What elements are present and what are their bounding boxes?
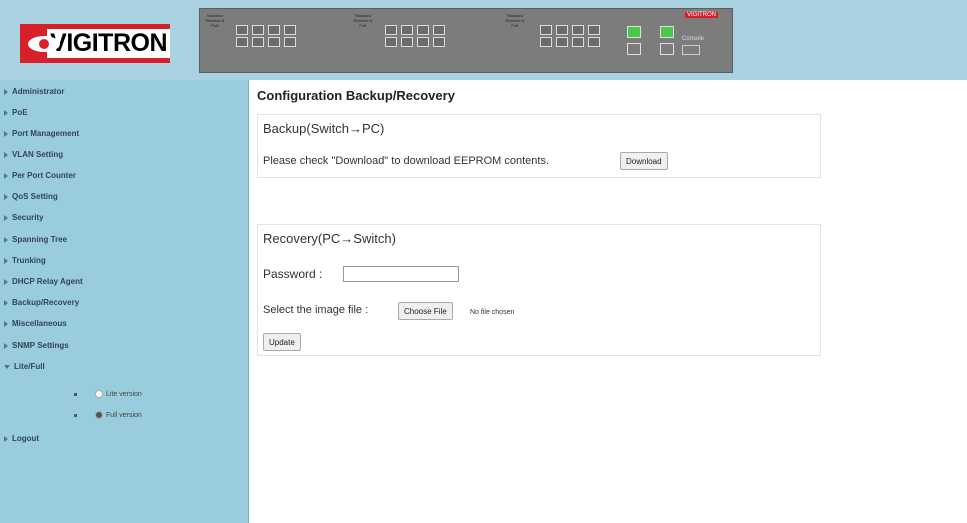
recovery-section: Recovery(PC→Switch) Password : Select th… bbox=[257, 224, 821, 356]
nav-item-trunking[interactable]: Trunking bbox=[4, 255, 46, 267]
ethernet-port bbox=[572, 37, 584, 47]
eye-logo-icon bbox=[28, 32, 60, 56]
backup-instruction: Please check "Download" to download EEPR… bbox=[263, 155, 550, 167]
panel-brand-tag: VIGITRON bbox=[685, 12, 719, 18]
ethernet-port bbox=[433, 25, 445, 35]
nav-label: PoE bbox=[12, 108, 28, 117]
nav-label: Miscellaneous bbox=[12, 319, 67, 328]
sub-item-lite-version[interactable]: Lite version bbox=[74, 389, 142, 401]
sfp-port bbox=[660, 43, 674, 55]
main-content: Configuration Backup/Recovery Backup(Swi… bbox=[249, 80, 967, 523]
update-button[interactable]: Update bbox=[263, 333, 301, 351]
ethernet-port bbox=[268, 25, 280, 35]
nav-item-miscellaneous[interactable]: Miscellaneous bbox=[4, 318, 67, 330]
ethernet-port bbox=[385, 25, 397, 35]
sub-item-label: Lite version bbox=[106, 391, 142, 398]
ethernet-port bbox=[252, 25, 264, 35]
select-file-label: Select the image file : bbox=[263, 304, 369, 316]
backup-title: Backup(Switch→PC) bbox=[263, 121, 385, 136]
console-label: Console bbox=[682, 36, 705, 42]
ethernet-port bbox=[588, 37, 600, 47]
ethernet-port bbox=[556, 37, 568, 47]
nav-label: SNMP Settings bbox=[12, 341, 69, 350]
ethernet-port bbox=[417, 37, 429, 47]
switch-front-panel: Standard Ethernet & PoE Standard Etherne… bbox=[199, 8, 733, 73]
nav-label: VLAN Setting bbox=[12, 150, 64, 159]
port-group-label: Standard Ethernet & PoE bbox=[205, 13, 225, 28]
port-group-label: Standard Ethernet & PoE bbox=[353, 13, 373, 28]
password-label: Password : bbox=[263, 267, 323, 281]
no-file-text: No file chosen bbox=[470, 309, 515, 316]
nav-item-security[interactable]: Security bbox=[4, 212, 44, 224]
bullet-icon bbox=[74, 413, 77, 417]
sub-item-label: Full version bbox=[106, 412, 142, 419]
logo-text: VIGITRON bbox=[47, 29, 170, 58]
page-title: Configuration Backup/Recovery bbox=[257, 88, 455, 103]
radio-selected-icon bbox=[95, 411, 103, 420]
ethernet-port bbox=[401, 25, 413, 35]
nav-label: Security bbox=[12, 213, 44, 222]
password-input[interactable] bbox=[343, 266, 459, 282]
nav-label: QoS Setting bbox=[12, 192, 58, 201]
ethernet-port bbox=[556, 25, 568, 35]
ethernet-port bbox=[385, 37, 397, 47]
nav-item-dhcp-relay-agent[interactable]: DHCP Relay Agent bbox=[4, 276, 83, 288]
sub-item-full-version[interactable]: Full version bbox=[74, 410, 142, 422]
nav-item-per-port-counter[interactable]: Per Port Counter bbox=[4, 170, 76, 182]
nav-item-administrator[interactable]: Administrator bbox=[4, 86, 64, 98]
port-group-3 bbox=[540, 25, 602, 47]
nav-label: Administrator bbox=[12, 87, 65, 96]
nav-label: Backup/Recovery bbox=[12, 298, 80, 307]
vigitron-logo: VIGITRON bbox=[20, 24, 170, 63]
nav-item-snmp-settings[interactable]: SNMP Settings bbox=[4, 340, 69, 352]
ethernet-port bbox=[268, 37, 280, 47]
nav-label: DHCP Relay Agent bbox=[12, 277, 83, 286]
header: VIGITRON Standard Ethernet & PoE Standar… bbox=[0, 0, 967, 80]
choose-file-button[interactable]: Choose File bbox=[398, 302, 453, 320]
ethernet-port bbox=[401, 37, 413, 47]
ethernet-port bbox=[433, 37, 445, 47]
nav-item-logout[interactable]: Logout bbox=[4, 433, 39, 445]
nav-label: Trunking bbox=[12, 256, 46, 265]
download-button[interactable]: Download bbox=[620, 152, 668, 170]
sfp-port bbox=[627, 43, 641, 55]
nav-item-vlan-setting[interactable]: VLAN Setting bbox=[4, 149, 63, 161]
port-group-2 bbox=[385, 25, 447, 47]
nav-label: Logout bbox=[12, 434, 40, 443]
sfp-port-active bbox=[627, 26, 641, 38]
backup-section: Backup(Switch→PC) Please check "Download… bbox=[257, 114, 821, 178]
nav-item-spanning-tree[interactable]: Spanning Tree bbox=[4, 234, 67, 246]
ethernet-port bbox=[236, 25, 248, 35]
ethernet-port bbox=[252, 37, 264, 47]
nav-label: Lite/Full bbox=[14, 362, 45, 371]
ethernet-port bbox=[284, 25, 296, 35]
sfp-port-active bbox=[660, 26, 674, 38]
ethernet-port bbox=[540, 37, 552, 47]
nav-label: Spanning Tree bbox=[12, 235, 68, 244]
nav-label: Per Port Counter bbox=[12, 171, 77, 180]
ethernet-port bbox=[572, 25, 584, 35]
port-group-label: Standard Ethernet & PoE bbox=[505, 13, 525, 28]
port-group-1 bbox=[236, 25, 298, 47]
console-port bbox=[682, 45, 700, 55]
nav-item-backup-recovery[interactable]: Backup/Recovery bbox=[4, 297, 79, 309]
bullet-icon bbox=[74, 392, 77, 396]
ethernet-port bbox=[236, 37, 248, 47]
ethernet-port bbox=[284, 37, 296, 47]
nav-item-lite-full[interactable]: Lite/Full bbox=[4, 361, 45, 373]
nav-item-qos-setting[interactable]: QoS Setting bbox=[4, 191, 58, 203]
ethernet-port bbox=[417, 25, 429, 35]
nav-item-poe[interactable]: PoE bbox=[4, 107, 28, 119]
radio-icon bbox=[95, 390, 103, 399]
nav-item-port-management[interactable]: Port Management bbox=[4, 128, 79, 140]
sidebar-nav: Administrator PoE Port Management VLAN S… bbox=[0, 80, 249, 523]
ethernet-port bbox=[540, 25, 552, 35]
nav-label: Port Management bbox=[12, 129, 80, 138]
recovery-title: Recovery(PC→Switch) bbox=[263, 231, 396, 246]
ethernet-port bbox=[588, 25, 600, 35]
